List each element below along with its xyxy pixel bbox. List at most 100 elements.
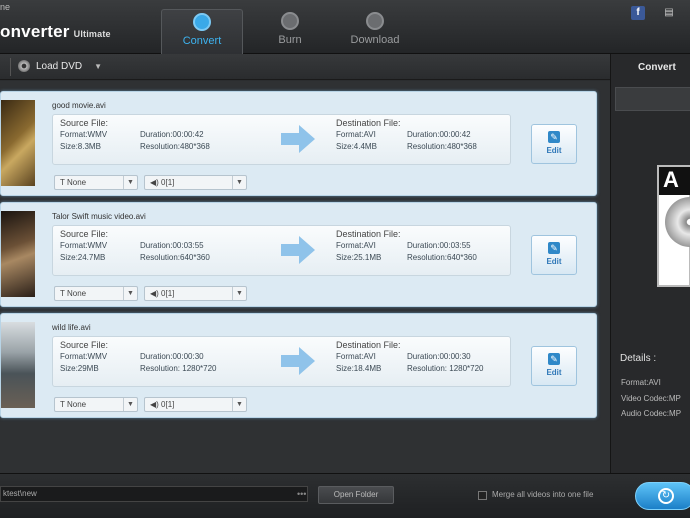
- chevron-down-icon: ▼: [123, 287, 137, 300]
- panel-title: Convert: [638, 62, 676, 73]
- detail-video-codec: Video Codec:MP: [621, 394, 681, 403]
- destination-format: Format:AVI: [336, 352, 376, 361]
- edit-icon: ✎: [548, 131, 560, 143]
- tab-convert[interactable]: Convert: [161, 9, 243, 54]
- file-name: Talor Swift music video.avi: [52, 212, 146, 221]
- audio-track-dropdown[interactable]: ◀) 0[1] ▼: [144, 175, 247, 190]
- audio-track-dropdown[interactable]: ◀) 0[1] ▼: [144, 286, 247, 301]
- tab-download[interactable]: Download: [334, 9, 416, 54]
- video-thumbnail: [1, 322, 35, 408]
- brand-edition: Ultimate: [73, 29, 111, 39]
- chevron-down-icon: ▼: [232, 176, 246, 189]
- details-heading: Details :: [620, 353, 657, 364]
- file-name: wild life.avi: [52, 323, 91, 332]
- file-item[interactable]: Talor Swift music video.avi Source File:…: [0, 202, 597, 307]
- app-title: onverter Ultimate: [0, 22, 111, 42]
- source-header: Source File:: [60, 118, 109, 128]
- bottom-bar: ktest\new ••• Open Folder Merge all vide…: [0, 473, 690, 518]
- detail-audio-codec: Audio Codec:MP: [621, 409, 682, 418]
- source-format: Format:WMV: [60, 241, 108, 250]
- edit-label: Edit: [546, 146, 562, 155]
- source-format: Format:WMV: [60, 130, 108, 139]
- source-resolution: Resolution:480*368: [140, 142, 210, 151]
- chat-icon[interactable]: ▤: [662, 6, 676, 20]
- output-path-field[interactable]: ktest\new •••: [0, 486, 308, 502]
- source-resolution: Resolution: 1280*720: [140, 364, 217, 373]
- audio-track-value: 0[1]: [161, 289, 175, 298]
- source-duration: Duration:00:00:30: [140, 352, 204, 361]
- chevron-down-icon[interactable]: ▼: [94, 58, 102, 76]
- detail-format: Format:AVI: [621, 378, 661, 387]
- destination-size: Size:4.4MB: [336, 142, 377, 151]
- subtitle-dropdown[interactable]: T None ▼: [54, 397, 138, 412]
- destination-resolution: Resolution:640*360: [407, 253, 477, 262]
- refresh-icon: ↻: [658, 488, 674, 504]
- destination-size: Size:18.4MB: [336, 364, 382, 373]
- edit-button[interactable]: ✎ Edit: [531, 346, 577, 386]
- edit-icon: ✎: [548, 353, 560, 365]
- format-preview-image[interactable]: A: [657, 165, 690, 287]
- destination-header: Destination File:: [336, 229, 401, 239]
- subtitle-value: None: [66, 178, 87, 187]
- tab-download-label: Download: [350, 34, 400, 46]
- load-dvd-button[interactable]: Load DVD ▼: [18, 58, 102, 76]
- destination-duration: Duration:00:03:55: [407, 241, 471, 250]
- refresh-icon: [193, 13, 211, 31]
- convert-button[interactable]: ↻: [635, 482, 690, 510]
- toolbar-divider: [10, 58, 11, 76]
- audio-track-value: 0[1]: [161, 400, 175, 409]
- app-window: ne onverter Ultimate Convert Burn Downloa…: [0, 0, 690, 518]
- conversion-info: Source File: Format:WMV Size:8.3MB Durat…: [52, 114, 511, 165]
- output-format-dropdown[interactable]: [615, 87, 690, 111]
- destination-duration: Duration:00:00:42: [407, 130, 471, 139]
- file-item[interactable]: wild life.avi Source File: Format:WMV Si…: [0, 313, 597, 418]
- convert-arrow-icon: [281, 236, 315, 264]
- chevron-down-icon: ▼: [123, 176, 137, 189]
- load-dvd-label: Load DVD: [36, 61, 83, 72]
- video-thumbnail: [1, 211, 35, 297]
- source-size: Size:29MB: [60, 364, 99, 373]
- chevron-down-icon: ▼: [232, 287, 246, 300]
- subtitle-dropdown[interactable]: T None ▼: [54, 175, 138, 190]
- subtitle-dropdown[interactable]: T None ▼: [54, 286, 138, 301]
- toolbar: Load DVD ▼: [0, 54, 610, 80]
- file-item[interactable]: good movie.avi Source File: Format:WMV S…: [0, 91, 597, 196]
- convert-arrow-icon: [281, 347, 315, 375]
- file-name: good movie.avi: [52, 101, 106, 110]
- tab-burn[interactable]: Burn: [249, 9, 331, 54]
- chevron-down-icon: ▼: [232, 398, 246, 411]
- edit-button[interactable]: ✎ Edit: [531, 124, 577, 164]
- merge-checkbox[interactable]: [478, 491, 487, 500]
- source-format: Format:WMV: [60, 352, 108, 361]
- tab-burn-label: Burn: [278, 34, 302, 46]
- subtitle-value: None: [66, 400, 87, 409]
- format-preview-label: A: [659, 167, 690, 195]
- edit-button[interactable]: ✎ Edit: [531, 235, 577, 275]
- destination-duration: Duration:00:00:30: [407, 352, 471, 361]
- destination-header: Destination File:: [336, 340, 401, 350]
- browse-path-button[interactable]: •••: [297, 487, 306, 501]
- destination-format: Format:AVI: [336, 130, 376, 139]
- subtitle-value: None: [66, 289, 87, 298]
- tab-convert-label: Convert: [182, 35, 222, 47]
- cd-icon: [665, 197, 690, 247]
- brand-small-text: ne: [0, 2, 11, 12]
- video-thumbnail: [1, 100, 35, 186]
- source-duration: Duration:00:00:42: [140, 130, 204, 139]
- edit-label: Edit: [546, 257, 562, 266]
- destination-size: Size:25.1MB: [336, 253, 382, 262]
- audio-track-value: 0[1]: [161, 178, 175, 187]
- merge-label: Merge all videos into one file: [492, 490, 594, 499]
- dvd-icon: [18, 60, 30, 73]
- source-resolution: Resolution:640*360: [140, 253, 210, 262]
- source-size: Size:24.7MB: [60, 253, 106, 262]
- disc-icon: [281, 12, 299, 30]
- chevron-down-icon: ▼: [123, 398, 137, 411]
- audio-track-dropdown[interactable]: ◀) 0[1] ▼: [144, 397, 247, 412]
- destination-resolution: Resolution: 1280*720: [407, 364, 484, 373]
- facebook-icon[interactable]: f: [631, 6, 645, 20]
- edit-icon: ✎: [548, 242, 560, 254]
- conversion-info: Source File: Format:WMV Size:24.7MB Dura…: [52, 225, 511, 276]
- convert-arrow-icon: [281, 125, 315, 153]
- open-folder-button[interactable]: Open Folder: [318, 486, 394, 504]
